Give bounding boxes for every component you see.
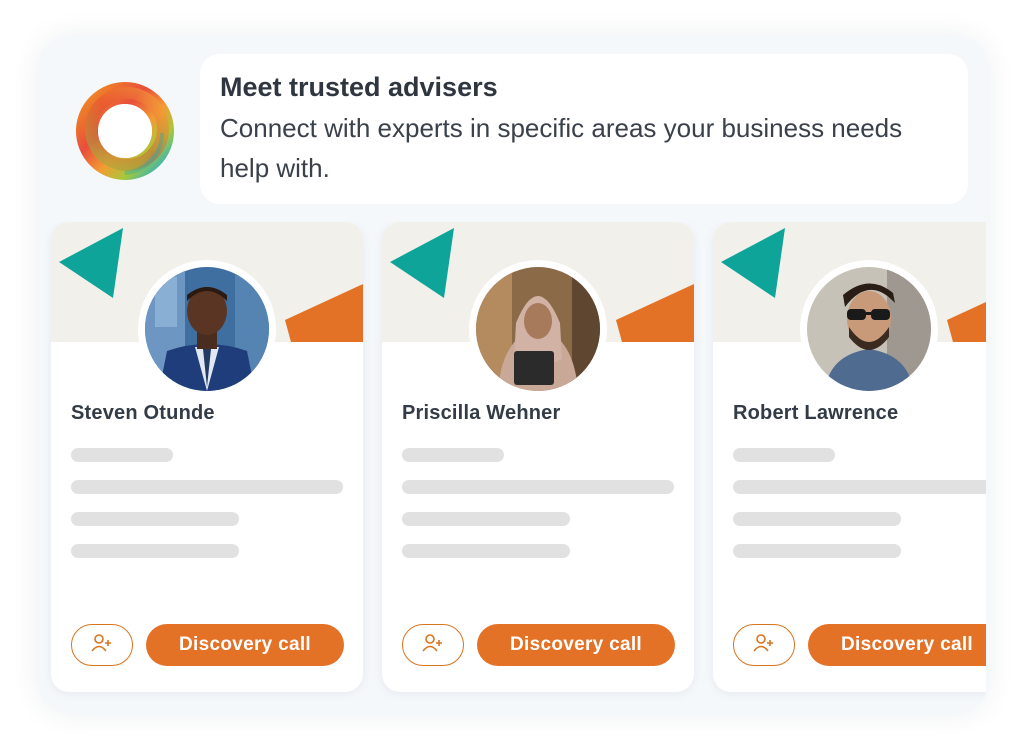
- skeleton-line: [733, 448, 835, 462]
- adviser-name: Steven Otunde: [71, 402, 215, 424]
- avatar-ring: [138, 260, 276, 398]
- discovery-call-button[interactable]: Discovery call: [146, 624, 344, 666]
- add-user-icon: [91, 633, 113, 658]
- avatar-ring: [800, 260, 938, 398]
- discovery-call-button[interactable]: Discovery call: [808, 624, 986, 666]
- skeleton-line: [733, 512, 901, 526]
- skeleton-line: [402, 544, 570, 558]
- skeleton-line: [71, 544, 239, 558]
- skeleton-line: [402, 512, 570, 526]
- ring-logo-icon: [70, 76, 180, 186]
- adviser-cards-list: Steven Otunde Discovery call Priscilla W…: [38, 222, 986, 702]
- skeleton-line: [733, 480, 986, 494]
- adviser-photo-icon: [476, 267, 600, 391]
- adviser-photo-icon: [145, 267, 269, 391]
- skeleton-line: [71, 448, 173, 462]
- add-adviser-button[interactable]: [71, 624, 133, 666]
- adviser-card[interactable]: Steven Otunde Discovery call: [51, 222, 363, 692]
- add-adviser-button[interactable]: [733, 624, 795, 666]
- add-user-icon: [422, 633, 444, 658]
- intro-bubble: Meet trusted advisers Connect with exper…: [200, 54, 968, 204]
- skeleton-line: [71, 480, 343, 494]
- adviser-card[interactable]: Priscilla Wehner Discovery call: [382, 222, 694, 692]
- discovery-call-button[interactable]: Discovery call: [477, 624, 675, 666]
- add-user-icon: [753, 633, 775, 658]
- adviser-photo-icon: [807, 267, 931, 391]
- advisers-panel: Meet trusted advisers Connect with exper…: [38, 36, 988, 714]
- avatar-ring: [469, 260, 607, 398]
- skeleton-line: [402, 480, 674, 494]
- adviser-name: Robert Lawrence: [733, 402, 899, 424]
- adviser-name: Priscilla Wehner: [402, 402, 561, 424]
- skeleton-line: [402, 448, 504, 462]
- skeleton-line: [71, 512, 239, 526]
- skeleton-line: [733, 544, 901, 558]
- adviser-card[interactable]: Robert Lawrence Discovery call: [713, 222, 986, 692]
- intro-title: Meet trusted advisers: [220, 72, 498, 102]
- add-adviser-button[interactable]: [402, 624, 464, 666]
- intro-subtitle: Connect with experts in specific areas y…: [220, 113, 903, 183]
